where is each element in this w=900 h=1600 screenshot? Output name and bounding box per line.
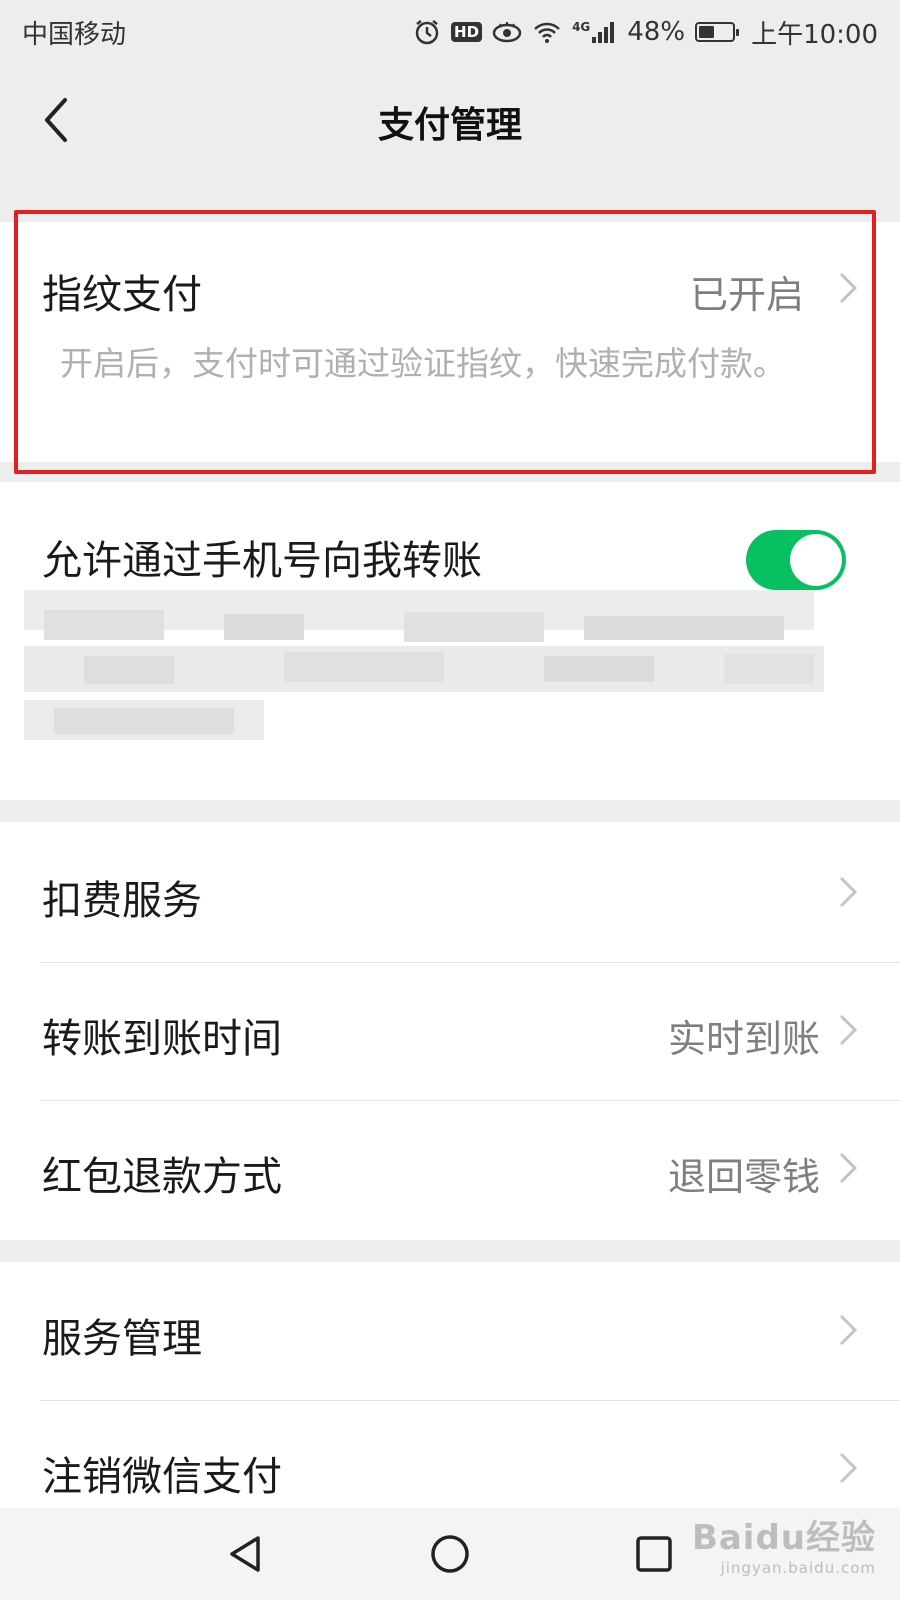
chevron-right-icon [839,876,858,908]
blurred-description [24,590,844,760]
menu-item-refund-method[interactable]: 红包退款方式 退回零钱 [0,1100,900,1240]
transfer-time-value: 实时到账 [667,1017,820,1061]
refund-method-value: 退回零钱 [667,1155,820,1199]
menu-item-label: 服务管理 [42,1316,202,1362]
toggle-knob [790,534,842,586]
hd-icon: HD [451,22,483,42]
fingerprint-description: 开启后，支付时可通过验证指纹，快速完成付款。 [60,344,786,383]
wifi-icon [532,20,562,44]
baidu-watermark: Baidu经验 jingyan.baidu.com [692,1510,876,1577]
carrier-label: 中国移动 [22,19,127,50]
menu-item-transfer-time[interactable]: 转账到账时间 实时到账 [0,962,900,1100]
back-arrow-icon[interactable] [28,92,84,148]
watermark-sub: jingyan.baidu.com [720,1559,876,1577]
menu-group-1: 扣费服务 转账到账时间 实时到账 红包退款方式 退回零钱 [0,822,900,1240]
watermark-main: Baidu经验 [691,1518,876,1558]
menu-item-service-management[interactable]: 服务管理 [0,1262,900,1400]
menu-item-label: 红包退款方式 [42,1154,282,1200]
menu-item-label: 扣费服务 [42,878,202,924]
back-triangle-icon[interactable] [224,1532,268,1576]
fingerprint-title: 指纹支付 [42,272,202,318]
chevron-right-icon [839,1014,858,1046]
nav-bar: 支付管理 [0,64,900,180]
status-icons: HD 4G 48% 上午10:00 [413,14,878,51]
phone-transfer-toggle[interactable] [746,530,846,590]
phone-transfer-title: 允许通过手机号向我转账 [42,538,482,584]
signal-icon: 4G [572,20,617,44]
chevron-right-icon [839,1452,858,1484]
fingerprint-status: 已开启 [689,273,804,317]
recent-square-icon[interactable] [632,1532,676,1576]
home-circle-icon[interactable] [428,1532,472,1576]
battery-icon [695,22,740,42]
menu-item-deduction[interactable]: 扣费服务 [0,822,900,962]
menu-item-label: 转账到账时间 [42,1016,282,1062]
network-label: 4G [572,20,591,34]
alarm-icon [413,18,441,46]
page-title: 支付管理 [377,105,522,146]
chevron-right-icon [839,1152,858,1184]
chevron-right-icon [839,1314,858,1346]
clock: 上午10:00 [751,19,878,50]
menu-item-label: 注销微信支付 [42,1454,282,1500]
battery-fill [699,26,715,38]
chevron-right-icon [839,272,858,304]
menu-group-2: 服务管理 注销微信支付 [0,1262,900,1508]
status-bar: 中国移动 HD 4G 48% 上午10:00 [0,0,900,64]
battery-percent: 48% [627,17,686,47]
menu-item-deregister-pay[interactable]: 注销微信支付 [0,1400,900,1508]
eye-icon [492,21,522,43]
